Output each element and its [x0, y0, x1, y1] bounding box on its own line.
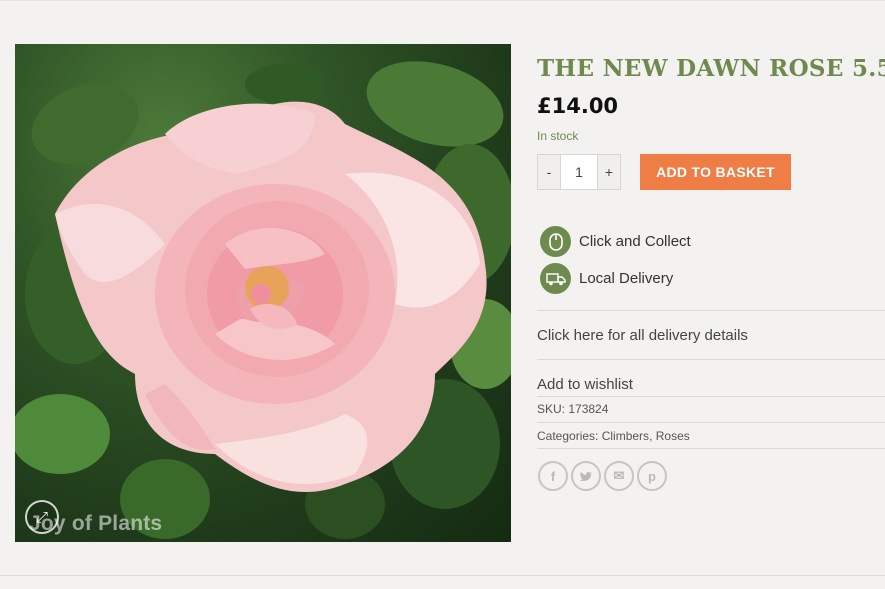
categories-row: Categories: Climbers, Roses — [537, 429, 690, 443]
feature-label: Local Delivery — [579, 270, 674, 287]
sku-value: 173824 — [568, 402, 609, 416]
divider — [537, 359, 885, 360]
mouse-icon — [540, 226, 571, 257]
delivery-truck-icon — [540, 263, 571, 294]
category-link-climbers[interactable]: Climbers — [602, 429, 649, 443]
delivery-details-link[interactable]: Click here for all delivery details — [537, 327, 748, 344]
product-title: THE NEW DAWN ROSE 5.5L — [537, 55, 885, 82]
add-to-basket-button[interactable]: ADD TO BASKET — [640, 154, 791, 190]
share-icons: f ✉ p — [538, 461, 667, 491]
sku-row: SKU: 173824 — [537, 402, 608, 416]
sku-label: SKU: — [537, 402, 566, 416]
categories-label: Categories: — [537, 429, 599, 443]
email-icon[interactable]: ✉ — [604, 461, 634, 491]
divider — [537, 310, 885, 311]
feature-local-delivery: Local Delivery — [540, 263, 673, 294]
facebook-icon[interactable]: f — [538, 461, 568, 491]
pinterest-icon[interactable]: p — [637, 461, 667, 491]
quantity-decrease-button[interactable]: - — [537, 154, 561, 190]
top-divider — [0, 0, 885, 1]
divider — [537, 422, 885, 423]
twitter-icon[interactable] — [571, 461, 601, 491]
add-to-wishlist-link[interactable]: Add to wishlist — [537, 376, 633, 393]
bottom-divider — [0, 575, 885, 576]
quantity-stepper: - 1 + — [537, 154, 621, 190]
quantity-increase-button[interactable]: + — [597, 154, 621, 190]
category-separator: , — [649, 429, 653, 443]
category-link-roses[interactable]: Roses — [656, 429, 690, 443]
product-price: £14.00 — [537, 94, 619, 118]
product-image[interactable]: ⤢ Joy of Plants — [15, 44, 511, 542]
stock-status: In stock — [537, 129, 579, 143]
feature-click-and-collect: Click and Collect — [540, 226, 691, 257]
feature-label: Click and Collect — [579, 233, 691, 250]
divider — [537, 448, 885, 449]
rose-photo — [15, 61, 511, 539]
image-watermark: Joy of Plants — [29, 512, 163, 535]
quantity-input[interactable]: 1 — [561, 154, 597, 190]
divider — [537, 396, 885, 397]
